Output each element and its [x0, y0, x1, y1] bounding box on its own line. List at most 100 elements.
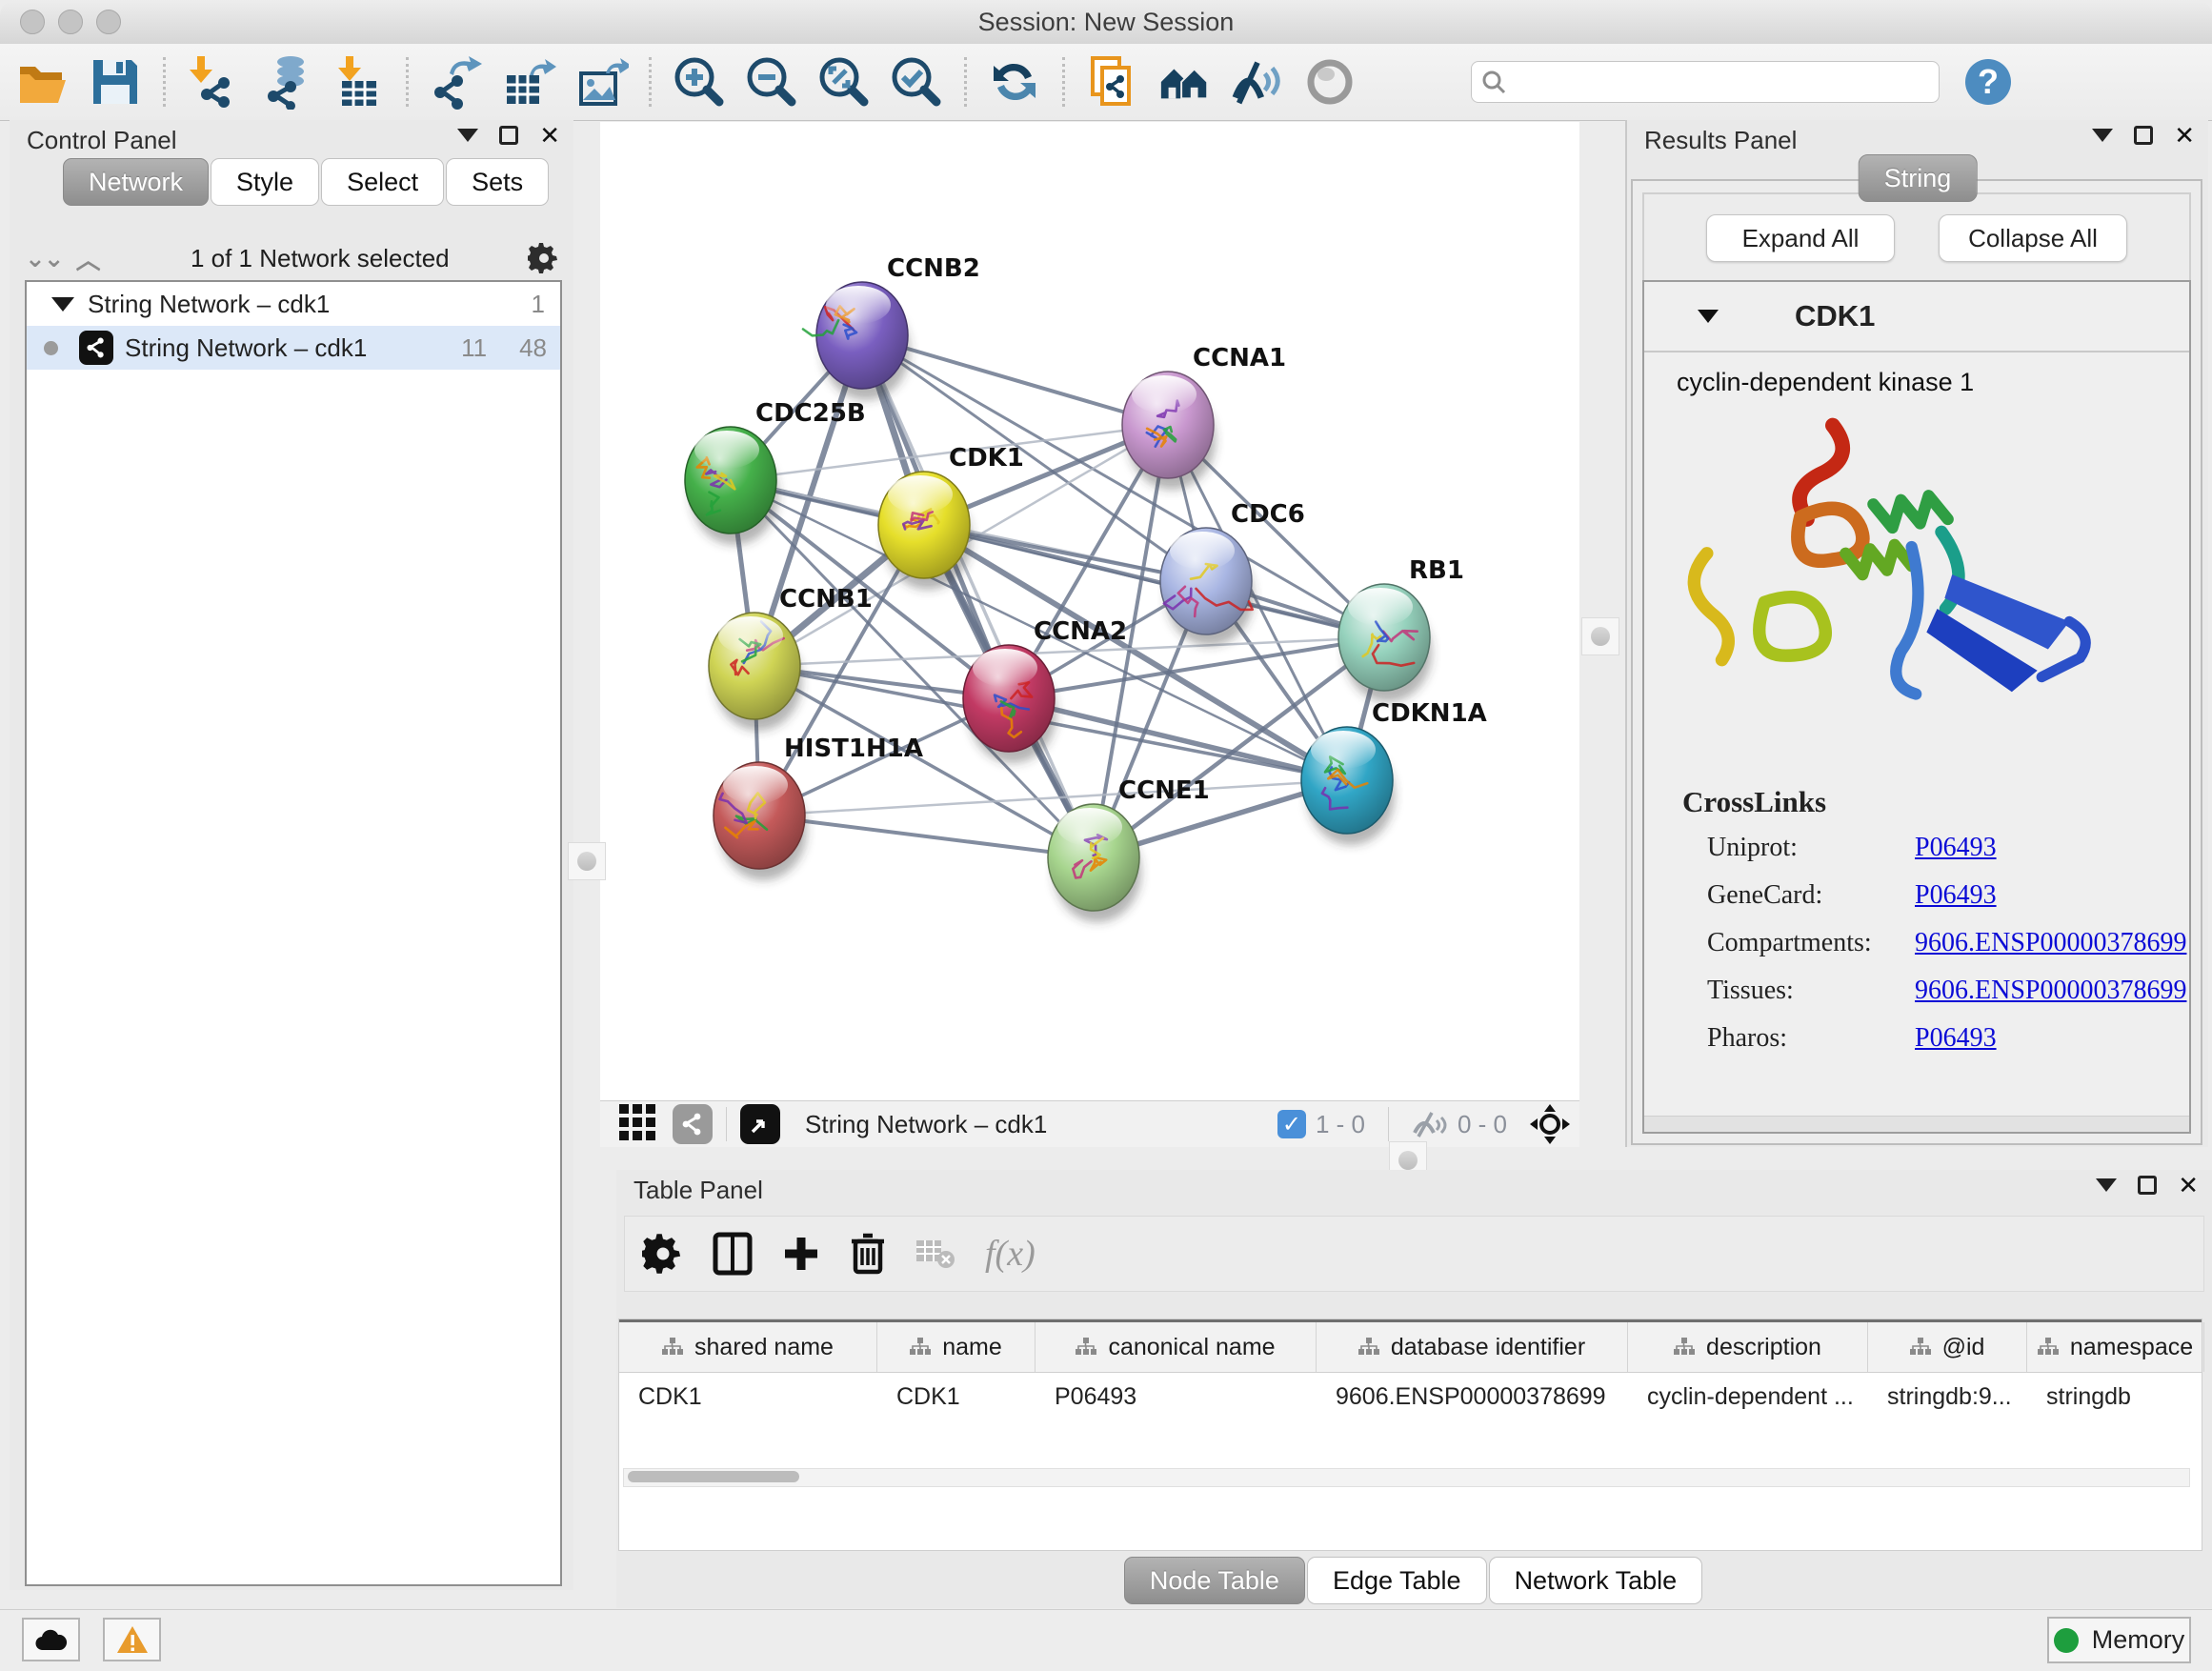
toolbar-separator [163, 57, 166, 107]
column-header-shared-name[interactable]: shared name [619, 1322, 877, 1372]
network-node[interactable] [963, 645, 1056, 763]
network-node[interactable] [685, 427, 778, 545]
scrollbar-thumb[interactable] [628, 1471, 799, 1482]
help-icon[interactable]: ? [1961, 54, 2016, 110]
import-table-icon[interactable] [331, 54, 386, 110]
results-scrollbar[interactable] [1644, 1116, 2189, 1132]
network-node[interactable] [1301, 727, 1395, 845]
birdseye-toggle-icon[interactable] [740, 1104, 780, 1144]
zoom-out-icon[interactable] [744, 54, 799, 110]
zoom-fit-icon[interactable] [816, 54, 872, 110]
toolbar-separator [1062, 57, 1065, 107]
clone-network-icon[interactable] [1085, 54, 1140, 110]
svg-text:?: ? [1978, 62, 1999, 101]
table-horizontal-scrollbar[interactable] [623, 1468, 2190, 1487]
crosslink-value-link[interactable]: 9606.ENSP00000378699 [1915, 976, 2186, 1006]
network-edge[interactable] [924, 525, 1384, 637]
network-node[interactable] [1048, 804, 1141, 922]
crosslink-value-link[interactable]: 9606.ENSP00000378699 [1915, 928, 2186, 958]
column-header-canonical-name[interactable]: canonical name [1036, 1322, 1317, 1372]
warnings-button[interactable] [103, 1618, 161, 1661]
network-collection-row[interactable]: String Network – cdk1 1 [27, 282, 560, 326]
save-session-icon[interactable] [88, 54, 143, 110]
search-input[interactable] [1514, 68, 1929, 96]
collection-count: 1 [532, 290, 545, 319]
crosslink-row: Pharos:P06493 [1682, 1023, 2186, 1054]
gene-disclosure-icon[interactable] [1698, 310, 1719, 323]
float-panel-icon[interactable] [2096, 1178, 2117, 1192]
zoom-selected-icon[interactable] [889, 54, 944, 110]
control-panel-title: Control Panel [27, 126, 177, 155]
crosslink-value-link[interactable]: P06493 [1915, 1023, 1997, 1054]
apply-layout-icon[interactable] [987, 54, 1042, 110]
crosslinks-section: CrossLinks Uniprot:P06493GeneCard:P06493… [1682, 785, 2186, 1071]
tab-edge-table[interactable]: Edge Table [1307, 1557, 1487, 1604]
export-image-icon[interactable] [573, 54, 629, 110]
tab-node-table[interactable]: Node Table [1124, 1557, 1305, 1604]
create-column-plus-icon[interactable] [781, 1234, 821, 1274]
column-header-database-identifier[interactable]: database identifier [1317, 1322, 1628, 1372]
tab-string[interactable]: String [1859, 154, 1978, 202]
left-splitter-handle[interactable] [568, 842, 606, 880]
export-network-icon[interactable] [429, 54, 484, 110]
network-edge[interactable] [862, 335, 1094, 857]
column-header-name[interactable]: name [877, 1322, 1036, 1372]
close-panel-icon[interactable]: ✕ [2174, 126, 2195, 145]
expand-all-button[interactable]: Expand All [1706, 214, 1895, 262]
zoom-in-icon[interactable] [672, 54, 727, 110]
cloud-button[interactable] [22, 1618, 80, 1661]
tab-network[interactable]: Network [63, 158, 209, 206]
selected-nodes-checkbox-icon[interactable]: ✓ [1277, 1110, 1306, 1138]
search-box[interactable] [1471, 61, 1940, 103]
network-node[interactable] [714, 762, 807, 880]
close-panel-icon[interactable]: ✕ [539, 126, 560, 145]
network-edge[interactable] [759, 815, 1094, 857]
close-panel-icon[interactable]: ✕ [2178, 1176, 2199, 1195]
memory-button[interactable]: Memory [2047, 1617, 2191, 1663]
import-network-icon[interactable] [186, 54, 241, 110]
hide-details-icon[interactable] [1230, 54, 1285, 110]
maximize-panel-icon[interactable] [2134, 126, 2153, 145]
hidden-counts: 0 - 0 [1458, 1110, 1507, 1139]
tab-network-table[interactable]: Network Table [1489, 1557, 1703, 1604]
import-network-from-database-icon[interactable] [258, 54, 313, 110]
string-view-icon[interactable] [673, 1104, 713, 1144]
column-header-namespace[interactable]: namespace [2027, 1322, 2204, 1372]
collapse-all-button[interactable]: Collapse All [1939, 214, 2127, 262]
network-tree: String Network – cdk1 1 String Network –… [25, 280, 562, 1586]
network-node[interactable] [1160, 528, 1254, 646]
delete-column-trash-icon[interactable] [850, 1232, 886, 1276]
fit-content-crosshair-icon[interactable] [1528, 1102, 1572, 1146]
birdseye-homes-icon[interactable] [1157, 54, 1213, 110]
collection-disclosure-icon[interactable] [51, 297, 74, 312]
tab-select[interactable]: Select [321, 158, 444, 206]
network-row-selected[interactable]: String Network – cdk1 11 48 [27, 326, 560, 370]
collapse-all-icon[interactable]: ⌄⌄ [25, 244, 63, 273]
show-columns-icon[interactable] [713, 1232, 753, 1276]
table-row[interactable]: CDK1CDK1P064939606.ENSP00000378699cyclin… [619, 1373, 2202, 1420]
tab-style[interactable]: Style [211, 158, 319, 206]
network-node[interactable] [878, 472, 972, 590]
right-splitter-handle[interactable] [1581, 617, 1619, 655]
network-view-canvas[interactable]: CCNB2CCNA1CDC25BCDK1CDC6RB1CCNB1CCNA2CDK… [600, 122, 1579, 1100]
hidden-items-eye-icon[interactable] [1412, 1110, 1448, 1138]
crosslink-value-link[interactable]: P06493 [1915, 833, 1997, 863]
tab-sets[interactable]: Sets [446, 158, 549, 206]
column-header-description[interactable]: description [1628, 1322, 1868, 1372]
float-panel-icon[interactable] [2092, 129, 2113, 142]
expand-all-icon[interactable]: ︿ [76, 241, 99, 276]
network-node[interactable] [1122, 372, 1216, 490]
export-table-icon[interactable] [501, 54, 556, 110]
column-header-@id[interactable]: @id [1868, 1322, 2027, 1372]
crosslink-value-link[interactable]: P06493 [1915, 880, 1997, 911]
network-node[interactable] [1338, 584, 1432, 702]
float-panel-icon[interactable] [457, 129, 478, 142]
network-options-gear-icon[interactable] [528, 242, 560, 274]
maximize-panel-icon[interactable] [499, 126, 518, 145]
grid-view-icon[interactable] [617, 1102, 657, 1147]
show-details-icon[interactable] [1302, 54, 1357, 110]
network-node[interactable] [709, 613, 802, 731]
table-options-gear-icon[interactable] [642, 1233, 684, 1275]
maximize-panel-icon[interactable] [2138, 1176, 2157, 1195]
open-session-icon[interactable] [15, 54, 70, 110]
